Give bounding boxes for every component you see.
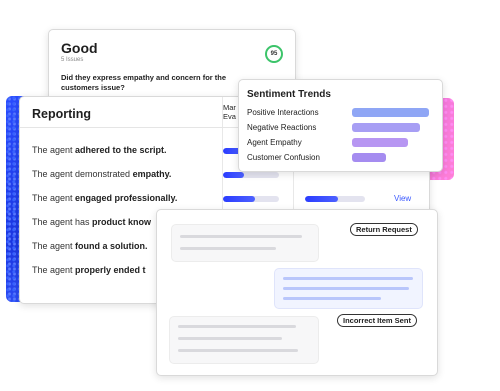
sentiment-label: Agent Empathy [247,138,302,147]
report-row: The agent adhered to the script. [32,145,167,155]
message-line [178,325,296,328]
sentiment-label: Positive Interactions [247,108,319,117]
tag-incorrect-item-sent[interactable]: Incorrect Item Sent [337,314,417,327]
sentiment-label: Negative Reactions [247,123,317,132]
report-row: The agent engaged professionally. [32,193,178,203]
sentiment-bar [352,153,387,162]
column-header: Mar Eva [223,103,236,121]
sentiment-trends-card: Sentiment Trends Positive Interactions N… [238,79,443,172]
sentiment-title: Sentiment Trends [247,89,331,100]
sentiment-bar [352,138,408,147]
agent-message-bubble [169,316,319,364]
report-row: The agent demonstrated empathy. [32,169,172,179]
issues-count: 5 Issues [61,57,84,63]
message-line [283,297,381,300]
customer-message-bubble [274,268,423,309]
message-line [180,235,302,238]
sentiment-bar [352,123,420,132]
tag-return-request[interactable]: Return Request [350,223,418,236]
score-bar-fill [223,172,245,178]
message-line [180,247,276,250]
reporting-title: Reporting [32,107,92,121]
score-bar-fill [305,196,338,202]
score-badge: 95 [265,45,283,63]
message-line [178,349,298,352]
score-bar [223,172,279,178]
evaluation-title: Good [61,40,98,56]
sentiment-label: Customer Confusion [247,153,320,162]
agent-message-bubble [171,224,319,262]
message-line [283,287,409,290]
score-bar-fill [223,196,256,202]
sentiment-bar [352,108,429,117]
message-line [178,337,282,340]
message-line [283,277,413,280]
score-bar [305,196,365,202]
evaluation-question: Did they express empathy and concern for… [61,73,227,92]
score-bar [223,196,279,202]
conversation-card: Return Request Incorrect Item Sent [156,209,438,376]
view-link[interactable]: View [394,194,411,203]
